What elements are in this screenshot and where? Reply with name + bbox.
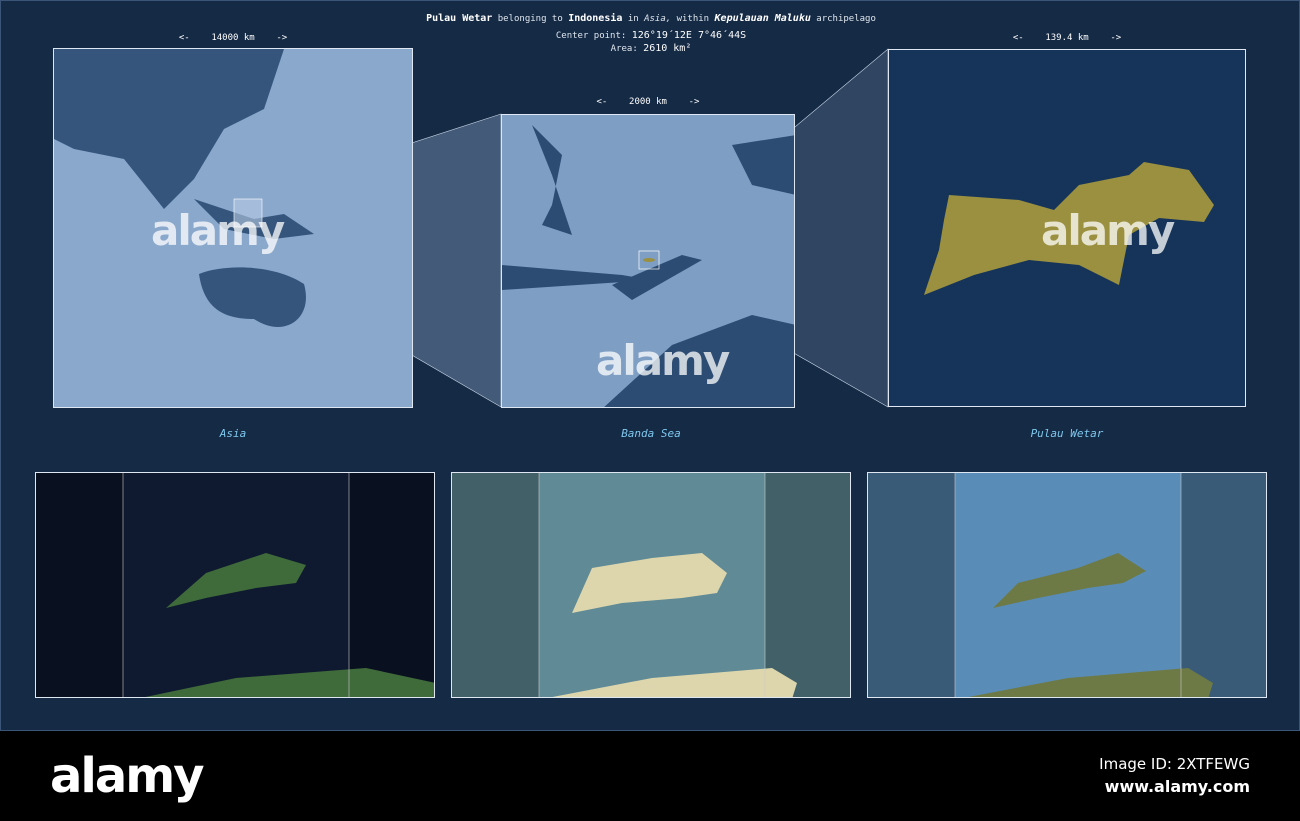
watermark: alamy bbox=[596, 336, 730, 385]
physical-map bbox=[867, 472, 1267, 698]
label-banda-sea: Banda Sea bbox=[621, 427, 681, 440]
topographic-map bbox=[451, 472, 851, 698]
map-canvas: Pulau Wetar belonging to Indonesia in As… bbox=[0, 0, 1300, 731]
satellite-map bbox=[35, 472, 435, 698]
image-id: Image ID: 2XTFEWG bbox=[1099, 755, 1250, 773]
alamy-logo: alamy bbox=[50, 748, 205, 804]
watermark: alamy bbox=[1041, 206, 1175, 255]
alamy-url[interactable]: www.alamy.com bbox=[1105, 777, 1250, 796]
label-asia: Asia bbox=[219, 427, 247, 440]
watermark: alamy bbox=[151, 206, 285, 255]
label-pulau-wetar: Pulau Wetar bbox=[1030, 427, 1104, 440]
